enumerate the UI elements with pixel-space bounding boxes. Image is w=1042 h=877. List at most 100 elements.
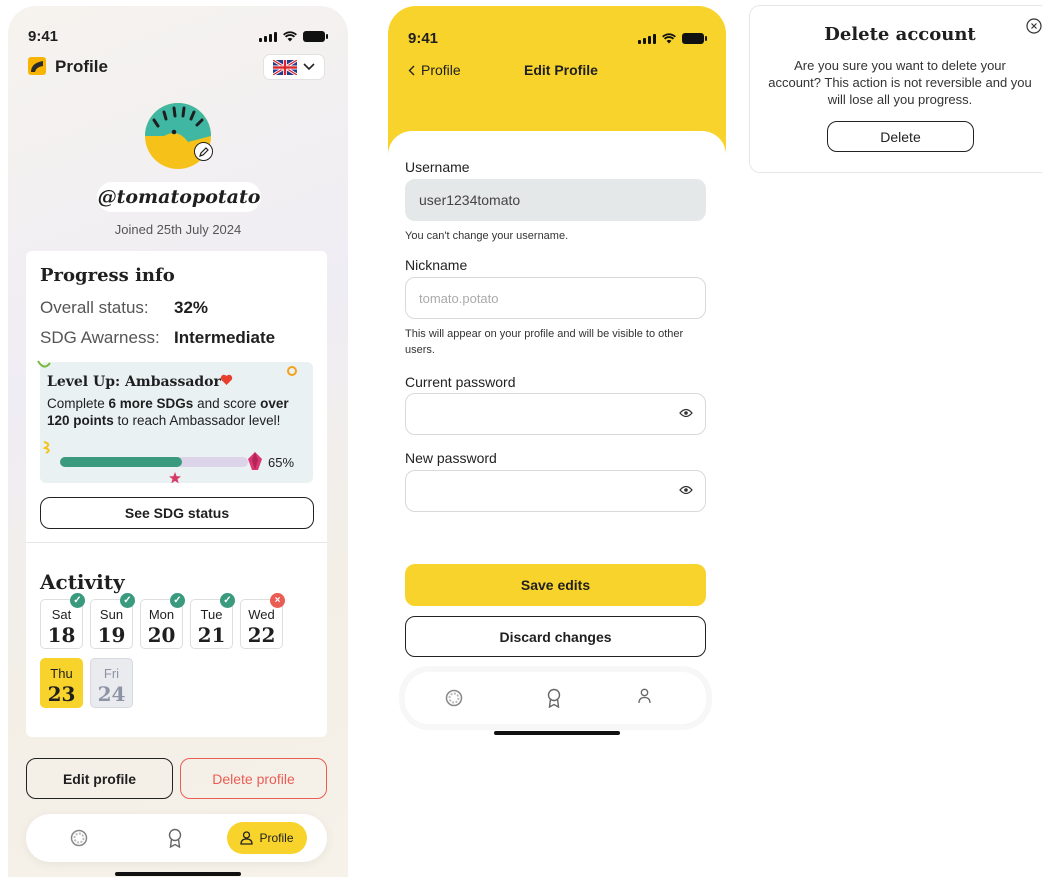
current-password-label: Current password xyxy=(405,374,516,390)
chevron-left-icon xyxy=(408,65,415,75)
edit-profile-button[interactable]: Edit profile xyxy=(26,758,173,799)
day-name: Thu xyxy=(50,666,73,681)
home-indicator xyxy=(115,872,241,876)
activity-day-wed: Wed 22 × xyxy=(240,593,285,649)
nickname-helper: This will appear on your profile and wil… xyxy=(405,328,684,356)
status-icons-2 xyxy=(638,33,707,44)
save-edits-button[interactable]: Save edits xyxy=(405,564,706,606)
level-up-description: Complete 6 more SDGs and score over 120 … xyxy=(47,396,289,428)
level-progress-percent: 65% xyxy=(268,455,295,470)
awareness-value: Intermediate xyxy=(174,328,276,347)
edit-form-sheet: Username user1234tomato You can't change… xyxy=(388,131,726,742)
awareness-label: SDG Awarness: xyxy=(40,328,160,347)
battery-icon xyxy=(303,31,328,42)
username-value: user1234tomato xyxy=(419,192,521,208)
day-name: Sat xyxy=(51,607,72,622)
back-label: Profile xyxy=(421,62,461,78)
language-selector[interactable] xyxy=(263,54,325,80)
signal-icon xyxy=(638,33,656,44)
level-progress-fill xyxy=(60,457,183,467)
nickname-placeholder: tomato.potato xyxy=(419,290,499,306)
modal-title: Delete account xyxy=(824,24,976,45)
day-name: Tue xyxy=(200,607,223,622)
battery-icon xyxy=(682,33,707,44)
activity-day-mon: Mon 20 ✓ xyxy=(140,593,185,649)
see-sdg-status-button[interactable]: See SDG status xyxy=(40,497,314,529)
day-name: Wed xyxy=(248,607,275,622)
day-date: 22 xyxy=(247,623,276,647)
home-indicator-2 xyxy=(494,731,620,735)
award-icon[interactable] xyxy=(168,828,182,848)
uk-flag-icon xyxy=(273,59,297,75)
back-button[interactable]: Profile xyxy=(408,62,461,78)
discard-changes-button[interactable]: Discard changes xyxy=(405,616,706,657)
username-field: user1234tomato xyxy=(405,179,706,221)
check-icon: ✓ xyxy=(170,593,185,608)
new-password-input[interactable] xyxy=(405,470,706,512)
username-label: Username xyxy=(405,159,470,175)
activity-day-sat: Sat 18 ✓ xyxy=(40,593,85,649)
sdg-wheel-icon[interactable] xyxy=(445,689,463,707)
user-icon[interactable] xyxy=(638,688,651,704)
wifi-icon xyxy=(662,33,676,44)
tab-profile[interactable]: Profile xyxy=(227,822,307,854)
divider xyxy=(26,542,327,543)
cross-icon: × xyxy=(270,593,285,608)
activity-day-fri: Fri 24 xyxy=(90,658,133,708)
user-icon xyxy=(240,831,254,845)
status-icons xyxy=(259,31,328,42)
sdg-wheel-icon[interactable] xyxy=(70,829,88,847)
level-up-title: Level Up: Ambassador xyxy=(47,374,221,390)
overall-status-label: Overall status: xyxy=(40,298,149,317)
modal-message: Are you sure you want to delete your acc… xyxy=(768,58,1032,107)
confetti-squiggle-icon xyxy=(42,441,50,454)
nickname-input[interactable]: tomato.potato xyxy=(405,277,706,319)
header-title: Profile xyxy=(55,57,108,76)
check-icon: ✓ xyxy=(70,593,85,608)
eye-icon[interactable] xyxy=(679,408,693,418)
day-name: Fri xyxy=(103,666,120,681)
level-up-card: Level Up: Ambassador Complete 6 more SDG… xyxy=(37,360,313,484)
confetti-icon xyxy=(37,360,51,368)
app-logo-icon xyxy=(28,57,46,75)
avatar xyxy=(144,102,213,170)
confetti-star-icon xyxy=(169,472,181,484)
tab-profile-label: Profile xyxy=(259,831,294,845)
level-progress-track xyxy=(60,457,248,467)
signal-icon xyxy=(259,31,277,42)
username-helper: You can't change your username. xyxy=(405,230,569,242)
day-date: 23 xyxy=(47,682,76,706)
day-date: 19 xyxy=(97,623,126,647)
page-title: Edit Profile xyxy=(524,62,598,78)
edit-avatar-button[interactable] xyxy=(194,142,213,161)
delete-profile-button[interactable]: Delete profile xyxy=(180,758,327,799)
progress-title: Progress info xyxy=(40,265,175,286)
eye-icon[interactable] xyxy=(679,485,693,495)
day-name: Mon xyxy=(148,607,175,622)
day-name: Sun xyxy=(99,607,124,622)
check-icon: ✓ xyxy=(220,593,235,608)
progress-card: Progress info Overall status: 32% SDG Aw… xyxy=(26,251,327,737)
day-date: 24 xyxy=(97,682,126,706)
delete-button[interactable]: Delete xyxy=(827,121,974,152)
activity-day-thu: Thu 23 xyxy=(40,658,83,708)
activity-day-tue: Tue 21 ✓ xyxy=(190,593,235,649)
close-icon[interactable] xyxy=(1026,18,1042,34)
current-password-input[interactable] xyxy=(405,393,706,435)
heart-icon xyxy=(220,374,233,385)
activity-title: Activity xyxy=(40,570,125,594)
edit-profile-screen: 9:41 Profile Edit Profile Username user1… xyxy=(388,6,726,742)
tab-bar: Profile xyxy=(26,814,327,862)
confetti-moon-icon xyxy=(300,432,308,445)
confetti-ring-icon xyxy=(287,366,297,376)
overall-status-value: 32% xyxy=(174,298,209,317)
day-date: 20 xyxy=(147,623,176,647)
nickname-label: Nickname xyxy=(405,257,468,273)
day-date: 21 xyxy=(197,623,226,647)
status-time: 9:41 xyxy=(28,28,59,45)
award-icon[interactable] xyxy=(547,688,561,708)
activity-day-sun: Sun 19 ✓ xyxy=(90,593,135,649)
wifi-icon xyxy=(283,31,297,42)
delete-account-modal: Delete account Are you sure you want to … xyxy=(750,6,1042,172)
chevron-down-icon xyxy=(303,63,315,71)
